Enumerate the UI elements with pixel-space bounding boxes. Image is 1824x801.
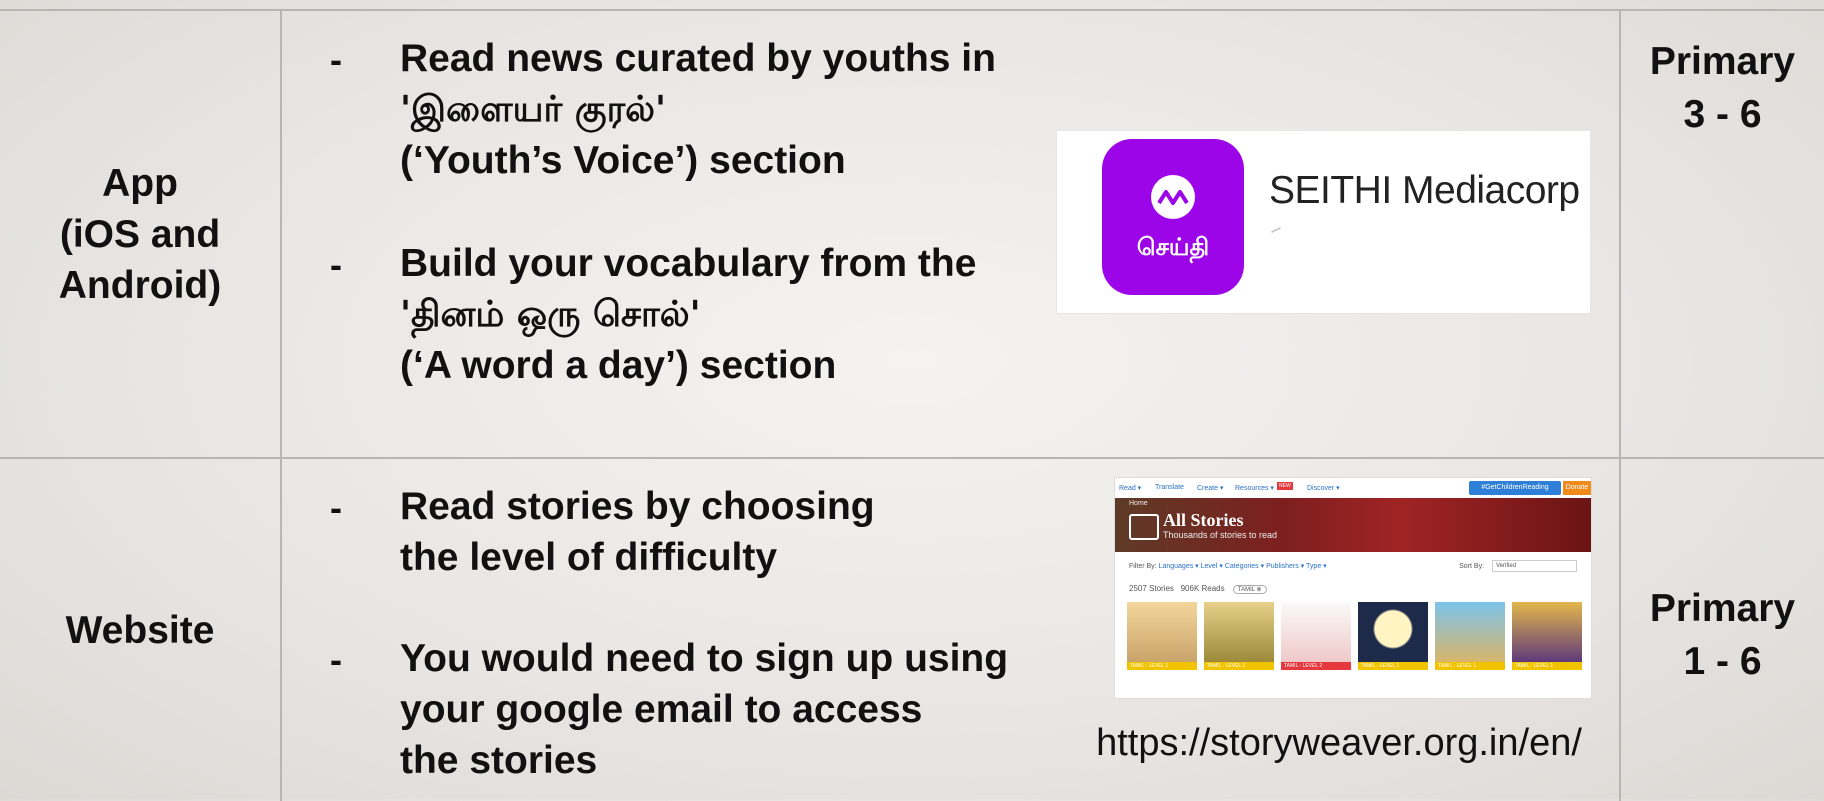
story-level: TAMIL - LEVEL 2 <box>1281 662 1351 670</box>
bullet-item: - Build your vocabulary from the 'தினம் … <box>330 238 1090 391</box>
bullet-line: (‘A word a day’) section <box>400 344 837 387</box>
story-thumbnail <box>1204 602 1274 662</box>
reads-count: 906K Reads <box>1180 584 1225 593</box>
story-thumbnail <box>1281 602 1351 662</box>
story-card: TAMIL - LEVEL 1 <box>1127 602 1197 694</box>
level-line: Primary <box>1649 40 1796 83</box>
story-card: TAMIL - LEVEL 1 <box>1204 602 1274 694</box>
site-banner: Home All Stories Thousands of stories to… <box>1115 498 1591 552</box>
level-cell-app: Primary 3 - 6 <box>1621 35 1824 141</box>
bullet-line-tamil: 'இளையர் குரல்' <box>400 89 667 130</box>
bullet-line: (‘Youth’s Voice’) section <box>400 139 846 182</box>
level-line: 3 - 6 <box>1683 93 1762 136</box>
site-nav-item: Translate <box>1155 484 1184 491</box>
sort-by: Sort By: Verified <box>1459 560 1577 572</box>
banner-title: All Stories <box>1163 510 1244 530</box>
get-children-reading-button: #GetChildrenReading <box>1469 481 1561 495</box>
breadcrumb: Home <box>1129 500 1148 507</box>
site-nav-item: Read ▾ <box>1119 485 1142 492</box>
app-name: SEITHI Mediacorp <box>1269 169 1580 212</box>
platform-cell-website: Website <box>0 459 280 801</box>
bullet-item: - You would need to sign up using your g… <box>330 633 1090 786</box>
bullet-line: the level of difficulty <box>400 536 778 579</box>
platform-cell-app: App (iOS and Android) <box>0 11 280 457</box>
book-icon <box>1129 514 1159 540</box>
platform-label-line: Android) <box>58 263 222 307</box>
story-card: TAMIL - LEVEL 1 <box>1435 602 1505 694</box>
site-nav-item: Discover ▾ <box>1307 485 1340 492</box>
story-level: TAMIL - LEVEL 1 <box>1358 662 1428 670</box>
site-nav: Read ▾ Translate Create ▾ Resources ▾ NE… <box>1115 478 1591 498</box>
sort-label: Sort By: <box>1459 562 1485 570</box>
filter-item: Level ▾ <box>1200 563 1223 570</box>
seithi-logo-icon <box>1151 175 1195 219</box>
level-line: 1 - 6 <box>1683 640 1762 683</box>
filter-item: Type ▾ <box>1306 563 1327 570</box>
level-cell-website: Primary 1 - 6 <box>1621 582 1824 688</box>
description-cell-app: - Read news curated by youths in 'இளையர்… <box>330 33 1090 453</box>
bullet-line: You would need to sign up using <box>400 637 1009 680</box>
new-badge: NEW <box>1277 482 1293 490</box>
filter-item: Languages ▾ <box>1158 563 1199 570</box>
story-count: 2507 Stories 906K Reads TAMIL ⊗ <box>1129 584 1267 594</box>
bullet-line: Read news curated by youths in <box>400 37 996 80</box>
bullet-dash: - <box>330 244 342 285</box>
bullet-line-tamil: 'தினம் ஒரு சொல்' <box>400 294 701 335</box>
seithi-app-icon: செய்தி <box>1102 139 1244 295</box>
bullet-item: - Read stories by choosing the level of … <box>330 481 1090 583</box>
story-level: TAMIL - LEVEL 1 <box>1127 662 1197 670</box>
platform-label-line: Website <box>65 608 215 652</box>
level-line: Primary <box>1649 587 1796 630</box>
platform-label-line: (iOS and <box>59 212 221 256</box>
filter-bar: Filter By: Languages ▾ Level ▾ Categorie… <box>1129 562 1327 570</box>
story-card: TAMIL - LEVEL 1 <box>1358 602 1428 694</box>
sort-select: Verified <box>1492 560 1577 572</box>
banner-subtitle: Thousands of stories to read <box>1163 530 1278 540</box>
site-nav-item: Resources ▾ <box>1235 485 1274 492</box>
story-thumbnail <box>1358 602 1428 662</box>
filter-item: Publishers ▾ <box>1266 563 1305 570</box>
story-level: TAMIL - LEVEL 1 <box>1204 662 1274 670</box>
story-card: TAMIL - LEVEL 1 <box>1512 602 1582 694</box>
description-cell-website: - Read stories by choosing the level of … <box>330 481 1090 801</box>
filter-label: Filter By: <box>1129 563 1157 570</box>
story-level: TAMIL - LEVEL 1 <box>1435 662 1505 670</box>
app-icon-label: செய்தி <box>1136 233 1210 261</box>
bullet-line: Read stories by choosing <box>400 485 875 528</box>
seithi-app-card: செய்தி SEITHI Mediacorp <box>1056 130 1591 314</box>
story-level: TAMIL - LEVEL 1 <box>1512 662 1582 670</box>
bullet-item: - Read news curated by youths in 'இளையர்… <box>330 33 1090 186</box>
story-card: TAMIL - LEVEL 2 <box>1281 602 1351 694</box>
language-tag: TAMIL ⊗ <box>1232 585 1267 594</box>
bullet-dash: - <box>330 639 342 680</box>
storyweaver-screenshot: Read ▾ Translate Create ▾ Resources ▾ NE… <box>1114 477 1592 699</box>
bullet-line: your google email to access <box>400 688 923 731</box>
bullet-dash: - <box>330 487 342 528</box>
filter-item: Categories ▾ <box>1224 563 1265 570</box>
story-thumbnail <box>1512 602 1582 662</box>
bullet-line: Build your vocabulary from the <box>400 242 977 285</box>
story-thumbnail <box>1435 602 1505 662</box>
bullet-dash: - <box>330 39 342 80</box>
platform-label-line: App <box>102 161 178 205</box>
story-thumbnail <box>1127 602 1197 662</box>
site-nav-item: Create ▾ <box>1197 485 1224 492</box>
stories-count: 2507 Stories <box>1129 584 1174 593</box>
donate-button: Donate <box>1563 481 1591 495</box>
storyweaver-url: https://storyweaver.org.in/en/ <box>1096 722 1582 764</box>
column-divider <box>280 11 282 801</box>
app-subtitle-mark <box>1271 226 1281 234</box>
bullet-line: the stories <box>400 739 598 782</box>
